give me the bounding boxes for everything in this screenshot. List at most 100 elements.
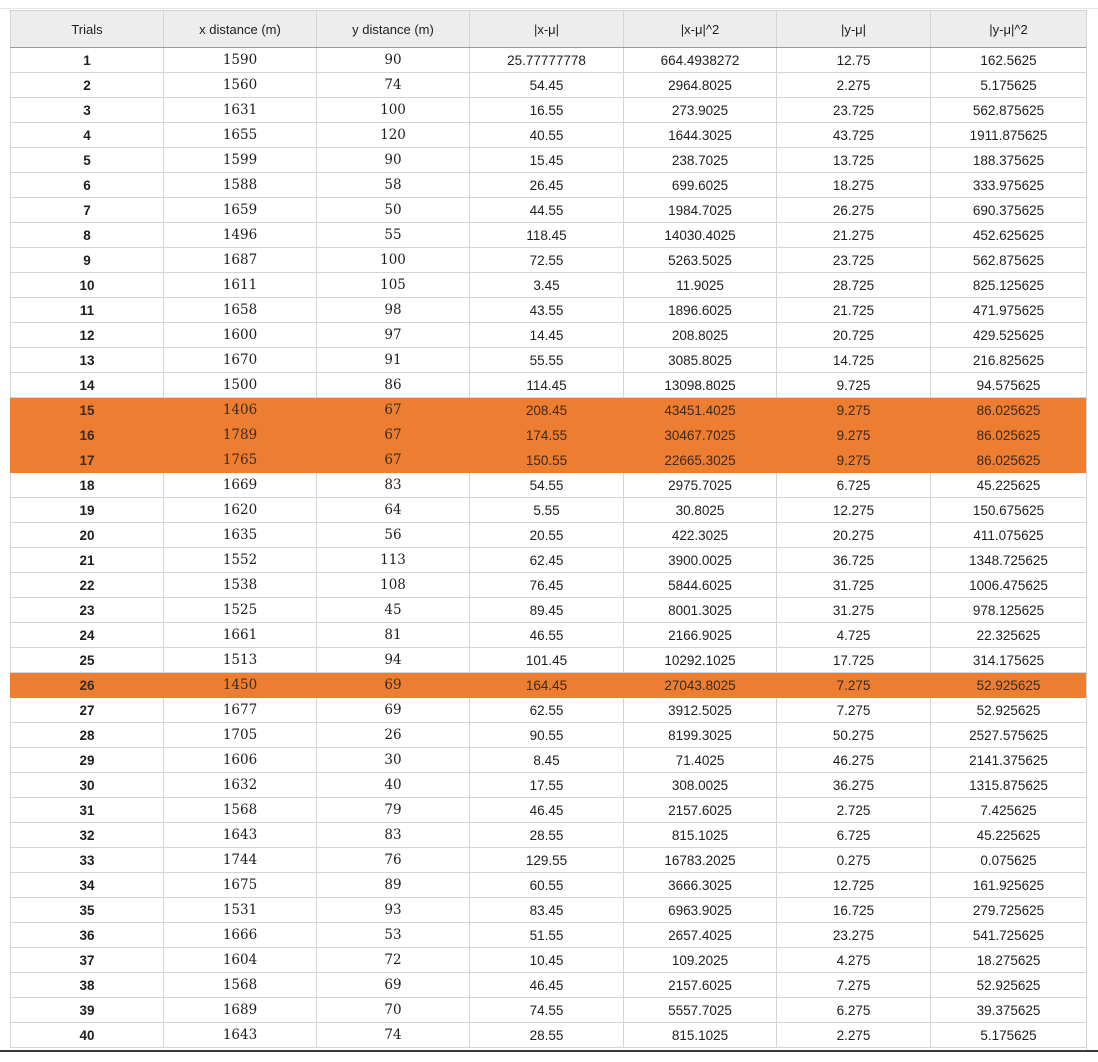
cell-y-distance[interactable]: 120 <box>316 122 470 148</box>
cell-abs-y-dev[interactable]: 36.725 <box>776 547 931 573</box>
cell-abs-x-dev-sq[interactable]: 1984.7025 <box>623 197 777 223</box>
cell-abs-y-dev[interactable]: 12.75 <box>776 47 931 73</box>
cell-abs-x-dev-sq[interactable]: 3666.3025 <box>623 872 777 898</box>
cell-abs-y-dev-sq[interactable]: 825.125625 <box>930 272 1087 298</box>
cell-x-distance[interactable]: 1590 <box>163 47 317 73</box>
cell-abs-x-dev[interactable]: 8.45 <box>469 747 624 773</box>
cell-abs-y-dev-sq[interactable]: 45.225625 <box>930 822 1087 848</box>
cell-abs-x-dev-sq[interactable]: 3900.0025 <box>623 547 777 573</box>
cell-x-distance[interactable]: 1560 <box>163 72 317 98</box>
cell-abs-x-dev-sq[interactable]: 664.4938272 <box>623 47 777 73</box>
cell-y-distance[interactable]: 83 <box>316 822 470 848</box>
cell-abs-x-dev-sq[interactable]: 5557.7025 <box>623 997 777 1023</box>
cell-x-distance[interactable]: 1669 <box>163 472 317 498</box>
cell-x-distance[interactable]: 1635 <box>163 522 317 548</box>
cell-abs-x-dev[interactable]: 17.55 <box>469 772 624 798</box>
cell-abs-x-dev-sq[interactable]: 16783.2025 <box>623 847 777 873</box>
cell-abs-y-dev-sq[interactable]: 1315.875625 <box>930 772 1087 798</box>
cell-trial[interactable]: 15 <box>10 397 164 423</box>
cell-abs-y-dev-sq[interactable]: 562.875625 <box>930 247 1087 273</box>
cell-abs-x-dev[interactable]: 3.45 <box>469 272 624 298</box>
cell-trial[interactable]: 3 <box>10 97 164 123</box>
cell-x-distance[interactable]: 1552 <box>163 547 317 573</box>
cell-abs-y-dev[interactable]: 46.275 <box>776 747 931 773</box>
cell-x-distance[interactable]: 1406 <box>163 397 317 423</box>
cell-trial[interactable]: 4 <box>10 122 164 148</box>
cell-abs-y-dev-sq[interactable]: 2527.575625 <box>930 722 1087 748</box>
cell-abs-x-dev[interactable]: 129.55 <box>469 847 624 873</box>
cell-trial[interactable]: 18 <box>10 472 164 498</box>
cell-trial[interactable]: 33 <box>10 847 164 873</box>
header-y-distance[interactable]: y distance (m) <box>316 10 470 48</box>
cell-abs-y-dev-sq[interactable]: 45.225625 <box>930 472 1087 498</box>
cell-abs-y-dev[interactable]: 12.275 <box>776 497 931 523</box>
cell-abs-y-dev-sq[interactable]: 7.425625 <box>930 797 1087 823</box>
cell-abs-y-dev-sq[interactable]: 52.925625 <box>930 672 1087 698</box>
cell-y-distance[interactable]: 67 <box>316 447 470 473</box>
cell-y-distance[interactable]: 90 <box>316 147 470 173</box>
cell-abs-y-dev-sq[interactable]: 161.925625 <box>930 872 1087 898</box>
cell-abs-x-dev[interactable]: 5.55 <box>469 497 624 523</box>
cell-abs-x-dev-sq[interactable]: 30.8025 <box>623 497 777 523</box>
cell-x-distance[interactable]: 1643 <box>163 1022 317 1048</box>
cell-x-distance[interactable]: 1666 <box>163 922 317 948</box>
cell-x-distance[interactable]: 1655 <box>163 122 317 148</box>
cell-abs-x-dev[interactable]: 44.55 <box>469 197 624 223</box>
cell-x-distance[interactable]: 1705 <box>163 722 317 748</box>
cell-trial[interactable]: 22 <box>10 572 164 598</box>
cell-abs-y-dev[interactable]: 17.725 <box>776 647 931 673</box>
cell-x-distance[interactable]: 1500 <box>163 372 317 398</box>
cell-trial[interactable]: 31 <box>10 797 164 823</box>
cell-y-distance[interactable]: 67 <box>316 397 470 423</box>
cell-trial[interactable]: 26 <box>10 672 164 698</box>
cell-abs-y-dev-sq[interactable]: 52.925625 <box>930 697 1087 723</box>
cell-trial[interactable]: 17 <box>10 447 164 473</box>
cell-abs-y-dev-sq[interactable]: 216.825625 <box>930 347 1087 373</box>
cell-abs-x-dev[interactable]: 174.55 <box>469 422 624 448</box>
cell-abs-x-dev-sq[interactable]: 10292.1025 <box>623 647 777 673</box>
cell-abs-x-dev-sq[interactable]: 422.3025 <box>623 522 777 548</box>
cell-abs-x-dev[interactable]: 208.45 <box>469 397 624 423</box>
cell-trial[interactable]: 21 <box>10 547 164 573</box>
cell-trial[interactable]: 39 <box>10 997 164 1023</box>
cell-abs-x-dev-sq[interactable]: 2975.7025 <box>623 472 777 498</box>
cell-y-distance[interactable]: 72 <box>316 947 470 973</box>
cell-abs-x-dev-sq[interactable]: 308.0025 <box>623 772 777 798</box>
cell-x-distance[interactable]: 1687 <box>163 247 317 273</box>
cell-abs-x-dev[interactable]: 10.45 <box>469 947 624 973</box>
cell-trial[interactable]: 37 <box>10 947 164 973</box>
cell-abs-x-dev[interactable]: 40.55 <box>469 122 624 148</box>
cell-x-distance[interactable]: 1513 <box>163 647 317 673</box>
cell-abs-y-dev[interactable]: 21.275 <box>776 222 931 248</box>
cell-x-distance[interactable]: 1604 <box>163 947 317 973</box>
cell-y-distance[interactable]: 108 <box>316 572 470 598</box>
cell-abs-x-dev-sq[interactable]: 208.8025 <box>623 322 777 348</box>
cell-trial[interactable]: 38 <box>10 972 164 998</box>
cell-abs-y-dev[interactable]: 2.275 <box>776 72 931 98</box>
cell-abs-y-dev-sq[interactable]: 978.125625 <box>930 597 1087 623</box>
cell-abs-x-dev-sq[interactable]: 238.7025 <box>623 147 777 173</box>
cell-abs-y-dev[interactable]: 9.275 <box>776 422 931 448</box>
header-abs-y-dev-sq[interactable]: |y-μ|^2 <box>930 10 1087 48</box>
cell-abs-x-dev-sq[interactable]: 815.1025 <box>623 822 777 848</box>
cell-trial[interactable]: 2 <box>10 72 164 98</box>
cell-trial[interactable]: 11 <box>10 297 164 323</box>
cell-abs-x-dev[interactable]: 46.45 <box>469 972 624 998</box>
cell-abs-x-dev[interactable]: 62.45 <box>469 547 624 573</box>
cell-abs-x-dev-sq[interactable]: 71.4025 <box>623 747 777 773</box>
cell-trial[interactable]: 28 <box>10 722 164 748</box>
cell-x-distance[interactable]: 1744 <box>163 847 317 873</box>
cell-abs-y-dev-sq[interactable]: 314.175625 <box>930 647 1087 673</box>
header-abs-x-dev-sq[interactable]: |x-μ|^2 <box>623 10 777 48</box>
cell-y-distance[interactable]: 53 <box>316 922 470 948</box>
cell-abs-y-dev-sq[interactable]: 411.075625 <box>930 522 1087 548</box>
cell-abs-x-dev[interactable]: 46.45 <box>469 797 624 823</box>
cell-abs-x-dev-sq[interactable]: 30467.7025 <box>623 422 777 448</box>
cell-trial[interactable]: 30 <box>10 772 164 798</box>
cell-trial[interactable]: 16 <box>10 422 164 448</box>
cell-trial[interactable]: 35 <box>10 897 164 923</box>
cell-abs-y-dev-sq[interactable]: 5.175625 <box>930 1022 1087 1048</box>
cell-abs-x-dev[interactable]: 43.55 <box>469 297 624 323</box>
cell-abs-x-dev-sq[interactable]: 2657.4025 <box>623 922 777 948</box>
cell-abs-x-dev-sq[interactable]: 5844.6025 <box>623 572 777 598</box>
